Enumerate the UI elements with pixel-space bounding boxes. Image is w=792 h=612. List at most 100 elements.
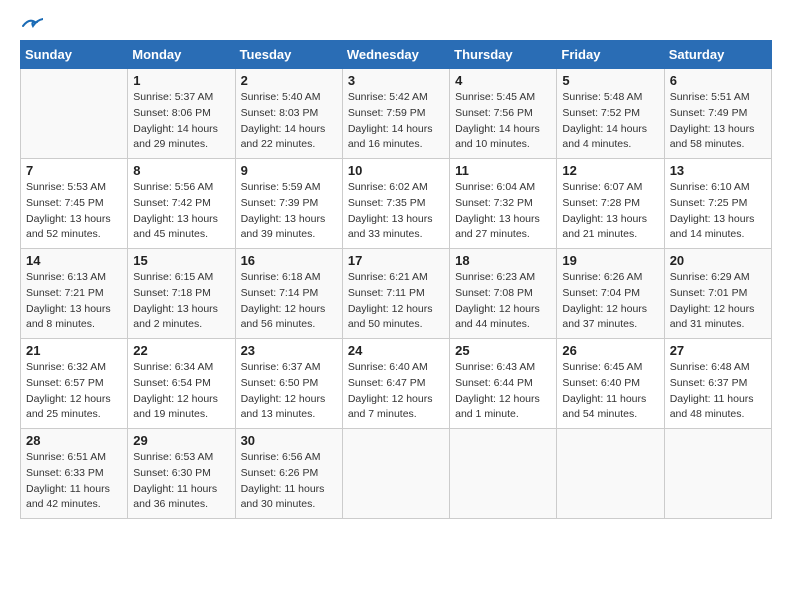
day-info: Sunrise: 6:53 AM Sunset: 6:30 PM Dayligh…: [133, 450, 229, 513]
day-info: Sunrise: 5:37 AM Sunset: 8:06 PM Dayligh…: [133, 90, 229, 153]
day-info: Sunrise: 6:21 AM Sunset: 7:11 PM Dayligh…: [348, 270, 444, 333]
day-info: Sunrise: 6:04 AM Sunset: 7:32 PM Dayligh…: [455, 180, 551, 243]
day-number: 19: [562, 253, 658, 268]
day-info: Sunrise: 6:45 AM Sunset: 6:40 PM Dayligh…: [562, 360, 658, 423]
week-row-5: 28 Sunrise: 6:51 AM Sunset: 6:33 PM Dayli…: [21, 429, 772, 519]
calendar-cell: [557, 429, 664, 519]
calendar-cell: 3Sunrise: 5:42 AM Sunset: 7:59 PM Daylig…: [342, 69, 449, 159]
week-row-4: 21 Sunrise: 6:32 AM Sunset: 6:57 PM Dayli…: [21, 339, 772, 429]
calendar-cell: 18 Sunrise: 6:23 AM Sunset: 7:08 PM Dayli…: [450, 249, 557, 339]
day-number: 7: [26, 163, 122, 178]
day-number: 6: [670, 73, 766, 88]
day-info: Sunrise: 6:32 AM Sunset: 6:57 PM Dayligh…: [26, 360, 122, 423]
day-header-tuesday: Tuesday: [235, 41, 342, 69]
week-row-3: 14Sunrise: 6:13 AM Sunset: 7:21 PM Dayli…: [21, 249, 772, 339]
day-number: 30: [241, 433, 337, 448]
calendar-cell: 6 Sunrise: 5:51 AM Sunset: 7:49 PM Daylig…: [664, 69, 771, 159]
day-info: Sunrise: 5:53 AM Sunset: 7:45 PM Dayligh…: [26, 180, 122, 243]
day-info: Sunrise: 5:59 AM Sunset: 7:39 PM Dayligh…: [241, 180, 337, 243]
day-number: 28: [26, 433, 122, 448]
calendar-cell: 14Sunrise: 6:13 AM Sunset: 7:21 PM Dayli…: [21, 249, 128, 339]
page-header: [20, 20, 772, 30]
calendar-table: SundayMondayTuesdayWednesdayThursdayFrid…: [20, 40, 772, 519]
day-header-sunday: Sunday: [21, 41, 128, 69]
week-row-1: 1 Sunrise: 5:37 AM Sunset: 8:06 PM Daylig…: [21, 69, 772, 159]
day-info: Sunrise: 6:34 AM Sunset: 6:54 PM Dayligh…: [133, 360, 229, 423]
calendar-cell: 19 Sunrise: 6:26 AM Sunset: 7:04 PM Dayli…: [557, 249, 664, 339]
calendar-cell: 5 Sunrise: 5:48 AM Sunset: 7:52 PM Daylig…: [557, 69, 664, 159]
day-info: Sunrise: 6:23 AM Sunset: 7:08 PM Dayligh…: [455, 270, 551, 333]
calendar-cell: 11 Sunrise: 6:04 AM Sunset: 7:32 PM Dayli…: [450, 159, 557, 249]
day-number: 24: [348, 343, 444, 358]
calendar-cell: 23 Sunrise: 6:37 AM Sunset: 6:50 PM Dayli…: [235, 339, 342, 429]
day-info: Sunrise: 5:40 AM Sunset: 8:03 PM Dayligh…: [241, 90, 337, 153]
day-number: 27: [670, 343, 766, 358]
day-number: 25: [455, 343, 551, 358]
calendar-cell: 16 Sunrise: 6:18 AM Sunset: 7:14 PM Dayli…: [235, 249, 342, 339]
day-info: Sunrise: 6:07 AM Sunset: 7:28 PM Dayligh…: [562, 180, 658, 243]
calendar-cell: 10 Sunrise: 6:02 AM Sunset: 7:35 PM Dayli…: [342, 159, 449, 249]
day-info: Sunrise: 6:51 AM Sunset: 6:33 PM Dayligh…: [26, 450, 122, 513]
day-info: Sunrise: 6:02 AM Sunset: 7:35 PM Dayligh…: [348, 180, 444, 243]
calendar-cell: 24 Sunrise: 6:40 AM Sunset: 6:47 PM Dayli…: [342, 339, 449, 429]
day-header-monday: Monday: [128, 41, 235, 69]
day-number: 1: [133, 73, 229, 88]
day-number: 14: [26, 253, 122, 268]
day-number: 4: [455, 73, 551, 88]
calendar-cell: 20 Sunrise: 6:29 AM Sunset: 7:01 PM Dayli…: [664, 249, 771, 339]
calendar-cell: 7 Sunrise: 5:53 AM Sunset: 7:45 PM Daylig…: [21, 159, 128, 249]
week-row-2: 7 Sunrise: 5:53 AM Sunset: 7:45 PM Daylig…: [21, 159, 772, 249]
logo: [20, 20, 43, 30]
calendar-cell: 13 Sunrise: 6:10 AM Sunset: 7:25 PM Dayli…: [664, 159, 771, 249]
calendar-cell: 12 Sunrise: 6:07 AM Sunset: 7:28 PM Dayli…: [557, 159, 664, 249]
calendar-cell: [21, 69, 128, 159]
calendar-cell: 15Sunrise: 6:15 AM Sunset: 7:18 PM Dayli…: [128, 249, 235, 339]
day-info: Sunrise: 6:10 AM Sunset: 7:25 PM Dayligh…: [670, 180, 766, 243]
day-info: Sunrise: 6:40 AM Sunset: 6:47 PM Dayligh…: [348, 360, 444, 423]
day-info: Sunrise: 5:45 AM Sunset: 7:56 PM Dayligh…: [455, 90, 551, 153]
logo-bird-icon: [21, 16, 43, 34]
day-number: 21: [26, 343, 122, 358]
day-number: 8: [133, 163, 229, 178]
day-info: Sunrise: 6:56 AM Sunset: 6:26 PM Dayligh…: [241, 450, 337, 513]
day-info: Sunrise: 6:37 AM Sunset: 6:50 PM Dayligh…: [241, 360, 337, 423]
calendar-cell: 1 Sunrise: 5:37 AM Sunset: 8:06 PM Daylig…: [128, 69, 235, 159]
calendar-cell: 25Sunrise: 6:43 AM Sunset: 6:44 PM Dayli…: [450, 339, 557, 429]
day-header-thursday: Thursday: [450, 41, 557, 69]
calendar-cell: 9 Sunrise: 5:59 AM Sunset: 7:39 PM Daylig…: [235, 159, 342, 249]
day-header-wednesday: Wednesday: [342, 41, 449, 69]
calendar-cell: 22Sunrise: 6:34 AM Sunset: 6:54 PM Dayli…: [128, 339, 235, 429]
day-number: 20: [670, 253, 766, 268]
day-header-friday: Friday: [557, 41, 664, 69]
day-info: Sunrise: 6:29 AM Sunset: 7:01 PM Dayligh…: [670, 270, 766, 333]
day-number: 10: [348, 163, 444, 178]
calendar-cell: 4 Sunrise: 5:45 AM Sunset: 7:56 PM Daylig…: [450, 69, 557, 159]
day-number: 5: [562, 73, 658, 88]
calendar-cell: 2 Sunrise: 5:40 AM Sunset: 8:03 PM Daylig…: [235, 69, 342, 159]
day-number: 26: [562, 343, 658, 358]
day-header-saturday: Saturday: [664, 41, 771, 69]
calendar-cell: 8 Sunrise: 5:56 AM Sunset: 7:42 PM Daylig…: [128, 159, 235, 249]
day-number: 23: [241, 343, 337, 358]
day-info: Sunrise: 6:26 AM Sunset: 7:04 PM Dayligh…: [562, 270, 658, 333]
calendar-cell: [342, 429, 449, 519]
day-number: 13: [670, 163, 766, 178]
calendar-cell: [450, 429, 557, 519]
header-row: SundayMondayTuesdayWednesdayThursdayFrid…: [21, 41, 772, 69]
day-number: 12: [562, 163, 658, 178]
day-info: Sunrise: 5:51 AM Sunset: 7:49 PM Dayligh…: [670, 90, 766, 153]
calendar-cell: 17Sunrise: 6:21 AM Sunset: 7:11 PM Dayli…: [342, 249, 449, 339]
day-number: 11: [455, 163, 551, 178]
calendar-cell: 29 Sunrise: 6:53 AM Sunset: 6:30 PM Dayli…: [128, 429, 235, 519]
day-number: 16: [241, 253, 337, 268]
day-info: Sunrise: 5:56 AM Sunset: 7:42 PM Dayligh…: [133, 180, 229, 243]
day-number: 3: [348, 73, 444, 88]
day-info: Sunrise: 6:48 AM Sunset: 6:37 PM Dayligh…: [670, 360, 766, 423]
day-info: Sunrise: 5:48 AM Sunset: 7:52 PM Dayligh…: [562, 90, 658, 153]
day-number: 2: [241, 73, 337, 88]
day-number: 9: [241, 163, 337, 178]
day-number: 29: [133, 433, 229, 448]
day-info: Sunrise: 6:18 AM Sunset: 7:14 PM Dayligh…: [241, 270, 337, 333]
day-number: 15: [133, 253, 229, 268]
day-number: 18: [455, 253, 551, 268]
